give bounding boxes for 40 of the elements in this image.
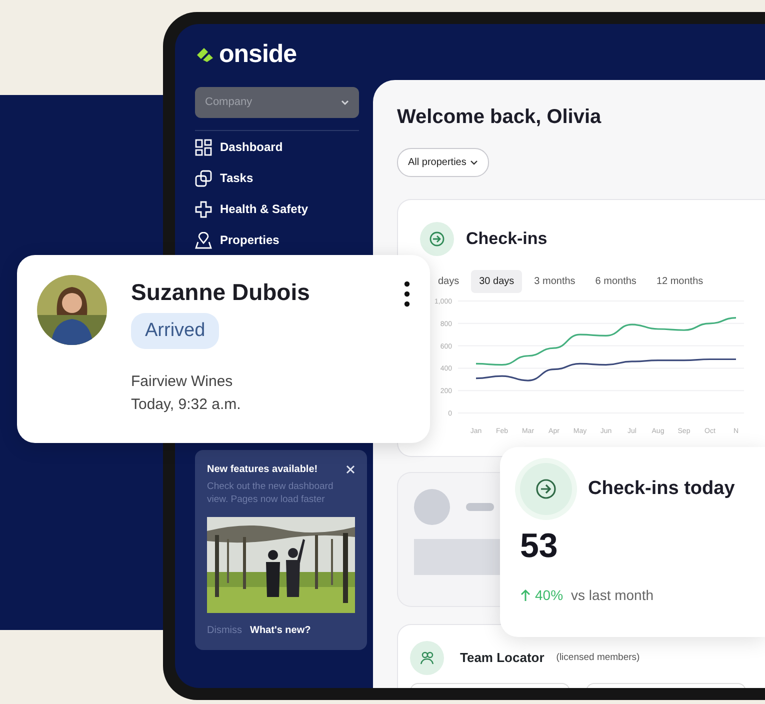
time-text: Today, 9:32 a.m. — [131, 394, 242, 415]
more-button[interactable] — [404, 281, 410, 307]
range-tab[interactable]: 3 months — [526, 270, 584, 293]
cross-icon — [195, 201, 212, 218]
location-icon — [195, 232, 212, 249]
nav-link[interactable]: Health & Safety — [220, 194, 308, 225]
placeholder-circle — [414, 489, 450, 525]
nav-link[interactable]: Dashboard — [220, 132, 283, 163]
login-icon — [420, 222, 454, 256]
range-tab[interactable]: 12 months — [648, 270, 712, 293]
person-name: Suzanne Dubois — [131, 279, 311, 307]
team-icon — [410, 641, 444, 675]
filter-dropdown[interactable]: All properties — [397, 148, 490, 177]
logo-icon — [195, 46, 215, 64]
range-tab[interactable]: days — [430, 270, 468, 293]
card-title: Team Locator — [460, 649, 544, 668]
status-badge: Arrived — [131, 312, 220, 350]
placeholder-bar — [466, 503, 494, 511]
stat-value: 53 — [520, 529, 559, 563]
range-tab[interactable]: 30 days — [471, 270, 522, 293]
login-icon — [520, 463, 572, 515]
promo-title: New features available! — [207, 463, 318, 478]
chevron-icon — [341, 100, 349, 106]
place-text: Fairview Wines — [131, 372, 234, 392]
card-title: Check-ins — [466, 228, 548, 250]
tasks-icon — [195, 170, 212, 187]
promo-text: Check out the new dashboard view. Pages now load faster — [207, 481, 334, 507]
nav-link[interactable]: Tasks — [220, 163, 254, 194]
close-button[interactable] — [346, 465, 355, 474]
brand-name: onside — [219, 42, 297, 67]
chevron-icon — [470, 160, 478, 166]
whats-new-link[interactable]: What's new? — [250, 623, 311, 638]
page-title: Welcome back, Olivia — [397, 105, 602, 130]
card-title: Check-ins today — [588, 476, 735, 501]
card-note: (licensed members) — [556, 650, 640, 665]
range-tab[interactable]: 6 months — [587, 270, 644, 293]
stat-change: 40% — [535, 586, 564, 605]
dashboard-icon — [195, 139, 212, 156]
stat-comparison: vs last month — [571, 586, 654, 605]
nav-link[interactable]: Properties — [220, 225, 280, 256]
